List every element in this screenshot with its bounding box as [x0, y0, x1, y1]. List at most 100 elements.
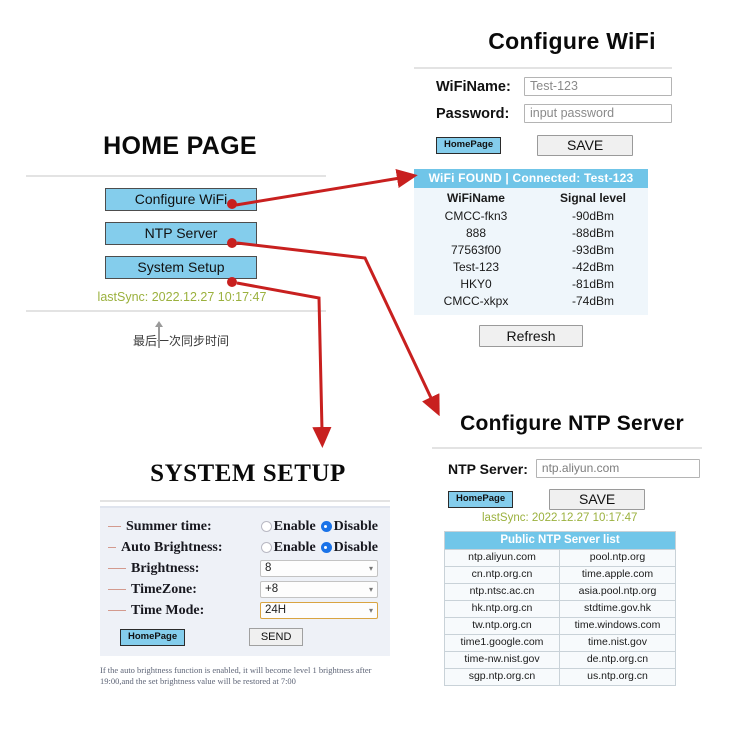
ntp-server-option[interactable]: asia.pool.ntp.org	[560, 584, 676, 601]
ntp-server-option[interactable]: stdtime.gov.hk	[560, 601, 676, 618]
auto-brightness-enable-option[interactable]: Enable	[260, 540, 316, 556]
summer-time-disable-option[interactable]: Disable	[320, 518, 378, 535]
wifi-network-row[interactable]: HKY0 -81dBm	[414, 275, 648, 292]
ntp-server-option[interactable]: time.nist.gov	[560, 635, 676, 652]
wifi-col-signal-header: Signal level	[559, 191, 627, 205]
wifi-name-label: WiFiName:	[436, 78, 511, 95]
ntp-server-input[interactable]: ntp.aliyun.com	[535, 459, 700, 478]
wifi-network-row[interactable]: 77563f00 -93dBm	[414, 241, 648, 258]
wifi-signal-level: -81dBm	[571, 276, 615, 291]
wifi-password-input[interactable]: input password	[524, 104, 672, 123]
ntp-server-option[interactable]: time-nw.nist.gov	[444, 652, 560, 669]
home-button-group: Configure WiFi NTP Server System Setup	[20, 188, 340, 279]
wifi-signal-level: -74dBm	[571, 293, 615, 308]
ntp-server-label: NTP Server:	[448, 460, 528, 477]
timezone-select[interactable]: +8 ▾	[260, 581, 378, 598]
auto-brightness-disable-option[interactable]: Disable	[320, 540, 378, 556]
wifi-network-name: 77563f00	[450, 242, 502, 257]
wifi-network-name: Test-123	[452, 259, 500, 274]
home-page-panel: HOME PAGE Configure WiFi NTP Server Syst…	[20, 132, 340, 349]
timezone-label: TimeZone:	[131, 581, 197, 597]
timezone-controls: +8 ▾	[260, 581, 378, 598]
summer-time-enable-option[interactable]: Enable	[260, 518, 316, 535]
home-last-sync-text: lastSync: 2022.12.27 10:17:47	[97, 290, 267, 304]
system-setup-note: If the auto brightness function is enabl…	[100, 665, 372, 686]
wifi-password-row: Password: input password	[412, 104, 732, 123]
radio-selected-icon	[320, 521, 332, 532]
row-dash-icon	[108, 546, 116, 549]
ntp-list-row: hk.ntp.org.cn stdtime.gov.hk	[444, 601, 676, 618]
configure-wifi-button[interactable]: Configure WiFi	[105, 188, 257, 211]
system-setup-panel: SYSTEM SETUP Summer time: Enable Disable…	[88, 460, 408, 687]
chevron-down-icon: ▾	[368, 606, 373, 615]
wifi-table-header-row: WiFiName Signal level	[414, 188, 648, 207]
auto-brightness-label: Auto Brightness:	[121, 539, 223, 555]
wifi-network-row[interactable]: CMCC-xkpx -74dBm	[414, 292, 648, 309]
home-page-title: HOME PAGE	[103, 132, 257, 160]
auto-brightness-row: Auto Brightness: Enable Disable	[100, 537, 390, 558]
configure-ntp-title: Configure NTP Server	[460, 412, 684, 435]
wifi-name-row: WiFiName: Test-123	[412, 77, 732, 96]
ntp-homepage-button[interactable]: HomePage	[448, 491, 514, 508]
ntp-button-row: HomePage SAVE	[412, 489, 732, 510]
ntp-list-row: ntp.ntsc.ac.cn asia.pool.ntp.org	[444, 584, 676, 601]
annotation-arrow-up-icon	[155, 321, 163, 348]
row-dash-icon	[108, 609, 126, 612]
ntp-server-option[interactable]: de.ntp.org.cn	[560, 652, 676, 669]
time-mode-row: Time Mode: 24H ▾	[100, 600, 390, 621]
time-mode-controls: 24H ▾	[260, 602, 378, 619]
ntp-server-option[interactable]: time.apple.com	[560, 567, 676, 584]
wifi-network-row[interactable]: Test-123 -42dBm	[414, 258, 648, 275]
wifi-network-name: HKY0	[460, 276, 492, 291]
ntp-server-option[interactable]: tw.ntp.org.cn	[444, 618, 560, 635]
wifi-network-row[interactable]: 888 -88dBm	[414, 224, 648, 241]
ntp-server-option[interactable]: pool.ntp.org	[560, 550, 676, 567]
time-mode-select[interactable]: 24H ▾	[260, 602, 378, 619]
row-dash-icon	[108, 525, 121, 528]
ntp-server-option[interactable]: cn.ntp.org.cn	[444, 567, 560, 584]
wifi-name-input[interactable]: Test-123	[524, 77, 672, 96]
wifi-network-row[interactable]: CMCC-fkn3 -90dBm	[414, 207, 648, 224]
ntp-server-button[interactable]: NTP Server	[105, 222, 257, 245]
row-dash-icon	[108, 567, 126, 570]
summer-time-disable-label: Disable	[333, 518, 378, 534]
ntp-list-row: cn.ntp.org.cn time.apple.com	[444, 567, 676, 584]
ntp-server-option[interactable]: time.windows.com	[560, 618, 676, 635]
brightness-select[interactable]: 8 ▾	[260, 560, 378, 577]
wifi-button-row: HomePage SAVE	[412, 135, 732, 156]
configure-wifi-panel: Configure WiFi WiFiName: Test-123 Passwo…	[412, 28, 732, 347]
wifi-found-table: WiFi FOUND | Connected: Test-123 WiFiNam…	[414, 169, 648, 315]
system-setup-title: SYSTEM SETUP	[150, 460, 346, 487]
wifi-signal-level: -42dBm	[571, 259, 615, 274]
ntp-server-option[interactable]: ntp.aliyun.com	[444, 550, 560, 567]
wifi-refresh-row: Refresh	[414, 325, 648, 347]
wifi-homepage-button[interactable]: HomePage	[436, 137, 502, 154]
wifi-title-divider	[414, 67, 672, 69]
ntp-list-row: time-nw.nist.gov de.ntp.org.cn	[444, 652, 676, 669]
summer-time-controls: Enable Disable	[256, 519, 378, 535]
wifi-signal-level: -93dBm	[571, 242, 615, 257]
ntp-server-row: NTP Server: ntp.aliyun.com	[412, 459, 732, 478]
ntp-server-option[interactable]: hk.ntp.org.cn	[444, 601, 560, 618]
ntp-last-sync-text: lastSync: 2022.12.27 10:17:47	[482, 512, 638, 524]
ntp-server-option[interactable]: sgp.ntp.org.cn	[444, 669, 560, 686]
ntp-server-option[interactable]: ntp.ntsc.ac.cn	[444, 584, 560, 601]
system-setup-homepage-button[interactable]: HomePage	[120, 628, 186, 646]
ntp-server-option[interactable]: time1.google.com	[444, 635, 560, 652]
ntp-server-option[interactable]: us.ntp.org.cn	[560, 669, 676, 686]
ntp-save-button[interactable]: SAVE	[549, 489, 646, 510]
wifi-col-name-header: WiFiName	[447, 191, 505, 205]
ntp-list-row: time1.google.com time.nist.gov	[444, 635, 676, 652]
home-annotation-chinese: 最后一次同步时间	[132, 334, 229, 348]
time-mode-label: Time Mode:	[131, 602, 205, 618]
wifi-save-button[interactable]: SAVE	[537, 135, 634, 156]
system-setup-send-button[interactable]: SEND	[249, 628, 304, 646]
system-setup-button[interactable]: System Setup	[105, 256, 257, 279]
ntp-list-row: ntp.aliyun.com pool.ntp.org	[444, 550, 676, 567]
wifi-refresh-button[interactable]: Refresh	[479, 325, 583, 347]
timezone-select-value: +8	[265, 583, 279, 595]
wifi-network-name: 888	[465, 225, 487, 240]
wifi-signal-level: -90dBm	[571, 208, 615, 223]
system-setup-divider	[100, 500, 390, 502]
summer-time-enable-label: Enable	[273, 518, 316, 534]
